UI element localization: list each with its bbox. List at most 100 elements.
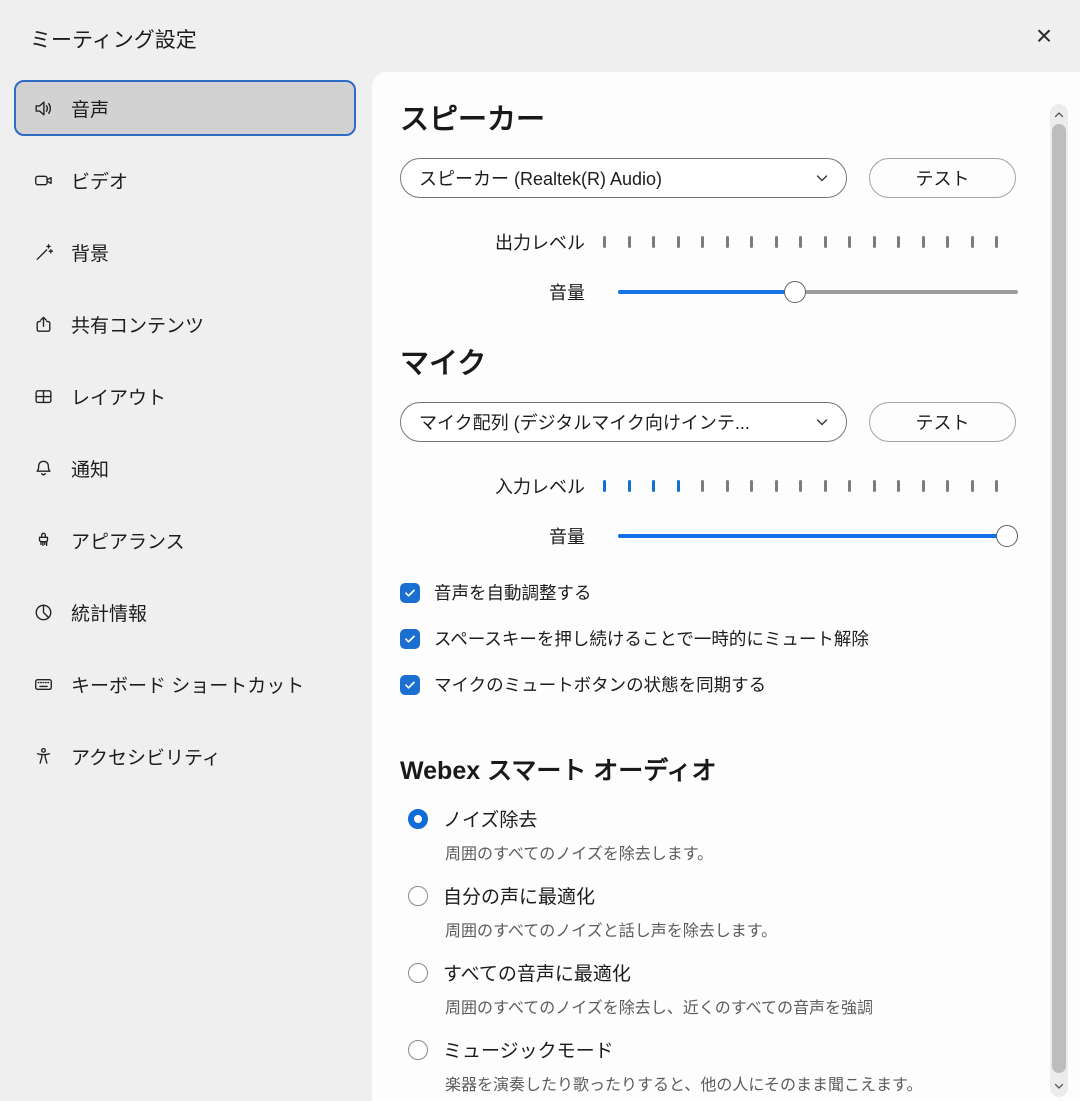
radio-label: ミュージックモード <box>443 1036 614 1063</box>
checkbox-label: スペースキーを押し続けることで一時的にミュート解除 <box>434 626 869 651</box>
radio-row[interactable]: ミュージックモード <box>408 1036 1034 1063</box>
speaker-volume-slider[interactable] <box>618 281 1018 303</box>
microphone-volume-row: 音量 <box>400 524 1034 548</box>
checkbox-checked-icon <box>400 583 420 603</box>
level-tick <box>628 236 631 248</box>
level-tick <box>750 236 753 248</box>
level-tick <box>995 236 998 248</box>
speaker-device-select[interactable]: スピーカー (Realtek(R) Audio) <box>400 158 847 198</box>
radio-button-icon <box>408 809 428 829</box>
radio-row[interactable]: ノイズ除去 <box>408 805 1034 832</box>
speaker-output-meter <box>603 236 998 248</box>
checkbox-row[interactable]: スペースキーを押し続けることで一時的にミュート解除 <box>400 626 1034 651</box>
microphone-heading: マイク <box>400 340 1034 382</box>
radio-row[interactable]: すべての音声に最適化 <box>408 959 1034 986</box>
close-icon[interactable]: × <box>1024 16 1064 56</box>
level-tick <box>775 236 778 248</box>
radio-button-icon <box>408 1040 428 1060</box>
smart-audio-option: 自分の声に最適化 周囲のすべてのノイズと話し声を除去します。 <box>400 882 1034 941</box>
microphone-test-button[interactable]: テスト <box>869 402 1016 442</box>
checkbox-row[interactable]: マイクのミュートボタンの状態を同期する <box>400 672 1034 697</box>
sidebar-item-label: 通知 <box>71 455 109 482</box>
level-tick <box>922 480 925 492</box>
level-tick <box>799 480 802 492</box>
level-tick <box>922 236 925 248</box>
level-tick <box>603 236 606 248</box>
sidebar-item[interactable]: 共有コンテンツ <box>14 296 356 352</box>
level-tick <box>701 480 704 492</box>
smart-audio-option: すべての音声に最適化 周囲のすべてのノイズを除去し、近くのすべての音声を強調 <box>400 959 1034 1018</box>
speaker-volume-row: 音量 <box>400 280 1034 304</box>
input-level-label: 入力レベル <box>400 473 585 499</box>
scrollbar-thumb[interactable] <box>1052 124 1066 1073</box>
chevron-down-icon <box>814 414 830 430</box>
radio-description: 周囲のすべてのノイズと話し声を除去します。 <box>445 917 1034 941</box>
sidebar-item-icon <box>33 458 54 479</box>
sidebar-item[interactable]: 音声 <box>14 80 356 136</box>
level-tick <box>726 480 729 492</box>
sidebar-item-icon <box>33 314 54 335</box>
sidebar-item-label: 共有コンテンツ <box>71 311 204 338</box>
level-tick <box>897 236 900 248</box>
radio-label: 自分の声に最適化 <box>443 882 595 909</box>
sidebar-item[interactable]: キーボード ショートカット <box>14 656 356 712</box>
speaker-output-level-row: 出力レベル <box>400 230 1034 254</box>
level-tick <box>677 236 680 248</box>
audio-options-checkboxes: 音声を自動調整する スペースキーを押し続けることで一時的にミュート解除 マイクの… <box>400 580 1034 697</box>
radio-label: すべての音声に最適化 <box>443 959 631 986</box>
microphone-input-meter <box>603 480 998 492</box>
speaker-test-button[interactable]: テスト <box>869 158 1016 198</box>
speaker-device-value: スピーカー (Realtek(R) Audio) <box>419 165 662 191</box>
level-tick <box>824 236 827 248</box>
scroll-up-icon[interactable] <box>1050 106 1068 124</box>
scrollbar[interactable] <box>1050 104 1068 1097</box>
scroll-down-icon[interactable] <box>1050 1077 1068 1095</box>
speaker-volume-label: 音量 <box>400 279 585 305</box>
sidebar-item[interactable]: ビデオ <box>14 152 356 208</box>
level-tick <box>750 480 753 492</box>
level-tick <box>652 236 655 248</box>
level-tick <box>848 480 851 492</box>
speaker-heading: スピーカー <box>400 96 1034 138</box>
sidebar-item[interactable]: 統計情報 <box>14 584 356 640</box>
output-level-label: 出力レベル <box>400 229 585 255</box>
checkbox-checked-icon <box>400 675 420 695</box>
sidebar-item-icon <box>33 674 54 695</box>
checkbox-label: 音声を自動調整する <box>434 580 592 605</box>
microphone-volume-label: 音量 <box>400 523 585 549</box>
microphone-volume-thumb[interactable] <box>996 525 1018 547</box>
speaker-device-row: スピーカー (Realtek(R) Audio) テスト <box>400 158 1034 198</box>
radio-description: 周囲のすべてのノイズを除去します。 <box>445 840 1034 864</box>
level-tick <box>628 480 631 492</box>
radio-row[interactable]: 自分の声に最適化 <box>408 882 1034 909</box>
speaker-volume-thumb[interactable] <box>784 281 806 303</box>
radio-button-icon <box>408 963 428 983</box>
sidebar-item-label: ビデオ <box>71 167 128 194</box>
slider-fill <box>618 534 1018 538</box>
meeting-settings-dialog: ミーティング設定 × 音声 ビデオ 背景 共有コンテンツ <box>0 0 1080 1101</box>
level-tick <box>873 236 876 248</box>
sidebar-item-label: 統計情報 <box>71 599 147 626</box>
sidebar-item-label: 背景 <box>71 239 109 266</box>
audio-settings-panel: スピーカー スピーカー (Realtek(R) Audio) テスト 出力レベル… <box>372 72 1080 1101</box>
checkbox-row[interactable]: 音声を自動調整する <box>400 580 1034 605</box>
radio-label: ノイズ除去 <box>443 805 537 832</box>
sidebar-item[interactable]: 背景 <box>14 224 356 280</box>
sidebar-item-label: アクセシビリティ <box>71 743 221 770</box>
level-tick <box>726 236 729 248</box>
radio-button-icon <box>408 886 428 906</box>
sidebar-item[interactable]: アクセシビリティ <box>14 728 356 784</box>
smart-audio-radio-group: ノイズ除去 周囲のすべてのノイズを除去します。 自分の声に最適化 周囲のすべての… <box>400 805 1034 1095</box>
sidebar-item-label: レイアウト <box>71 383 166 410</box>
microphone-device-select[interactable]: マイク配列 (デジタルマイク向けインテ... <box>400 402 847 442</box>
microphone-device-row: マイク配列 (デジタルマイク向けインテ... テスト <box>400 402 1034 442</box>
sidebar-item[interactable]: 通知 <box>14 440 356 496</box>
slider-fill <box>618 290 794 294</box>
level-tick <box>971 236 974 248</box>
sidebar-item-icon <box>33 602 54 623</box>
microphone-volume-slider[interactable] <box>618 525 1018 547</box>
level-tick <box>995 480 998 492</box>
sidebar-item[interactable]: レイアウト <box>14 368 356 424</box>
level-tick <box>946 480 949 492</box>
sidebar-item[interactable]: アピアランス <box>14 512 356 568</box>
